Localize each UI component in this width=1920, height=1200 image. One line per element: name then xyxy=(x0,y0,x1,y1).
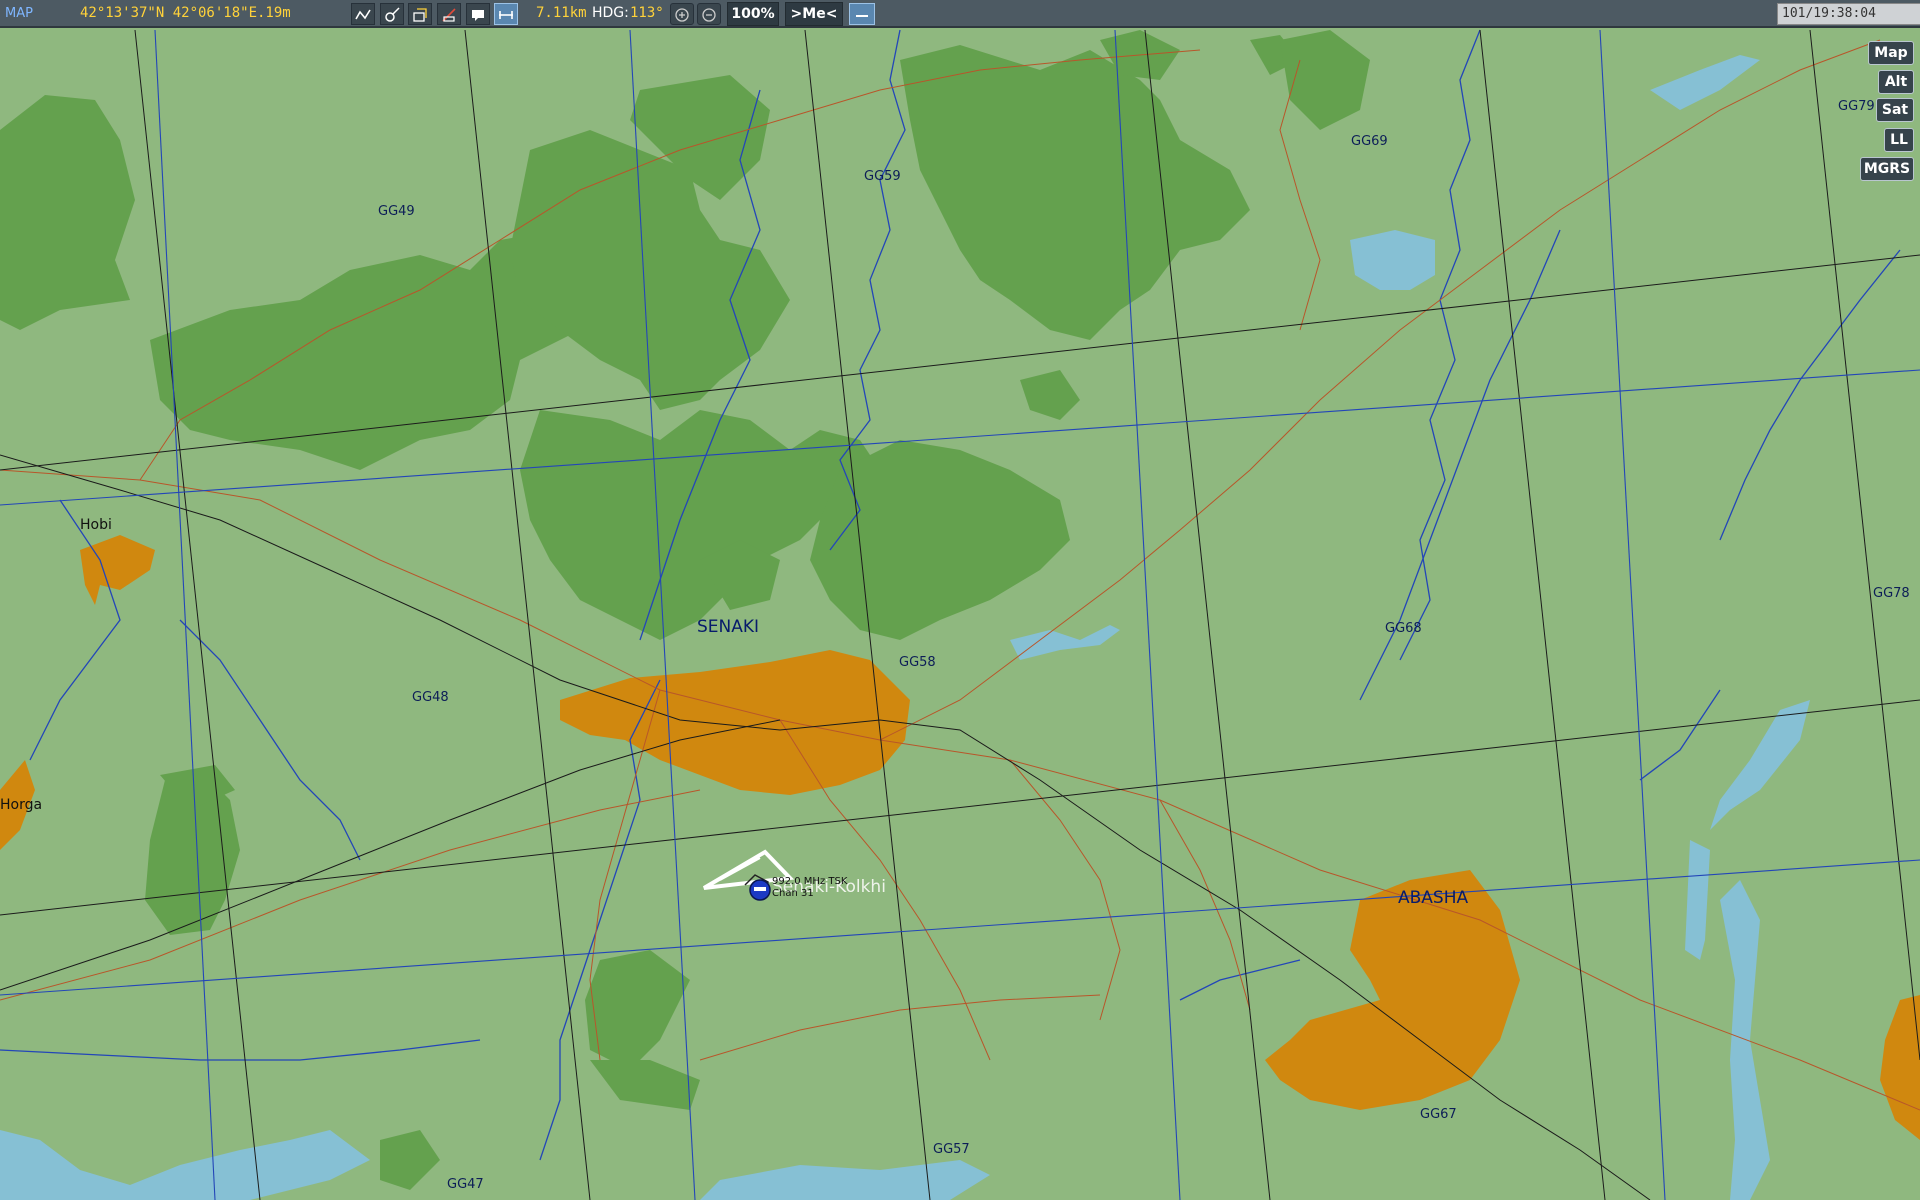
zoom-level[interactable]: 100% xyxy=(727,2,779,26)
town-label-horga: Horga xyxy=(0,797,43,813)
unit-tool-button[interactable] xyxy=(437,3,461,25)
layers-tool-icon xyxy=(413,8,427,22)
city-label-senaki: SENAKI xyxy=(697,617,760,637)
layers-tool-button[interactable] xyxy=(408,3,432,25)
collapse-toolbar-button[interactable] xyxy=(849,3,875,25)
mission-time: 101/19:38:04 A100P xyxy=(1777,3,1920,25)
heading-label: HDG: xyxy=(592,5,629,21)
grid-label: GG68 xyxy=(1385,621,1422,636)
route-tool-icon xyxy=(355,9,371,20)
measure-distance-icon xyxy=(499,11,513,19)
ruler-tool-button[interactable] xyxy=(380,3,404,25)
grid-label: GG47 xyxy=(447,1177,484,1192)
mgrs-grid-button[interactable]: MGRS xyxy=(1860,157,1914,181)
zoom-in-icon xyxy=(675,8,689,22)
airfield-tacan-frequency: 992.0 MHz TSK xyxy=(772,876,848,887)
center-on-me-button[interactable]: >Me< xyxy=(785,2,843,26)
cursor-coordinates: 42°13'37"N 42°06'18"E.19m xyxy=(80,5,291,21)
grid-label: GG49 xyxy=(378,204,415,219)
map-canvas[interactable] xyxy=(0,28,1920,1200)
ruler-tool-icon xyxy=(385,7,400,22)
grid-label: GG78 xyxy=(1873,586,1910,601)
grid-label: GG57 xyxy=(933,1142,970,1157)
map-layer-button[interactable]: Map xyxy=(1868,41,1914,65)
comment-tool-icon xyxy=(472,10,484,21)
heading-value: 113° xyxy=(630,5,664,21)
grid-label: GG59 xyxy=(864,169,901,184)
comment-tool-button[interactable] xyxy=(466,3,490,25)
grid-label: GG58 xyxy=(899,655,936,670)
map-toolbar: MAP 42°13'37"N 42°06'18"E.19m 7.11km HDG… xyxy=(0,0,1920,28)
zoom-out-icon xyxy=(702,8,716,22)
city-label-abasha: ABASHA xyxy=(1398,888,1469,908)
satellite-layer-button[interactable]: Sat xyxy=(1876,98,1914,122)
grid-label: GG69 xyxy=(1351,134,1388,149)
latlong-grid-button[interactable]: LL xyxy=(1884,128,1914,152)
zoom-in-button[interactable] xyxy=(670,3,694,25)
minimize-icon xyxy=(856,15,868,17)
unit-tool-icon xyxy=(442,8,456,22)
measure-distance-button[interactable] xyxy=(494,3,518,25)
grid-label: GG48 xyxy=(412,690,449,705)
town-label-hobi: Hobi xyxy=(80,517,112,533)
urban-areas xyxy=(0,535,1920,1140)
route-tool-button[interactable] xyxy=(351,3,375,25)
measured-distance: 7.11km xyxy=(536,5,587,21)
airfield-tacan-channel: Chan 31 xyxy=(772,888,814,899)
grid-label: GG67 xyxy=(1420,1107,1457,1122)
map-mode-label: MAP xyxy=(5,6,33,21)
altitude-layer-button[interactable]: Alt xyxy=(1878,70,1914,94)
grid-label: GG79 xyxy=(1838,99,1875,114)
zoom-out-button[interactable] xyxy=(697,3,721,25)
